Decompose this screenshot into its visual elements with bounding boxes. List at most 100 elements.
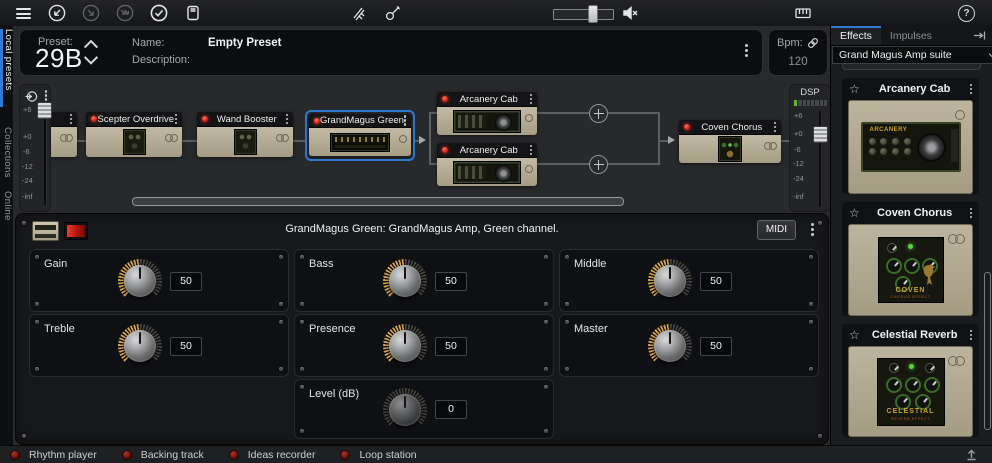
card-partial[interactable]: [842, 64, 981, 70]
block-title: Wand Booster: [208, 114, 286, 125]
block-menu-icon[interactable]: [70, 118, 73, 121]
effect-card-celestial-reverb[interactable]: ☆ Celestial Reverb CELE: [842, 324, 979, 437]
rail-tab-local-presets[interactable]: Local presets: [0, 29, 14, 107]
preset-menu-icon[interactable]: [745, 49, 748, 52]
card-menu-icon[interactable]: [970, 334, 973, 337]
mono-icon: [525, 160, 533, 178]
knob-label: Treble: [44, 323, 75, 335]
add-node-button[interactable]: [589, 155, 608, 174]
middle-knob[interactable]: [648, 259, 692, 303]
effect-card-coven-chorus[interactable]: ☆ Coven Chorus COVEN: [842, 202, 979, 316]
suite-selector[interactable]: Grand Magus Amp suite: [832, 46, 992, 64]
tab-effects[interactable]: Effects: [831, 26, 881, 45]
chain-block-wand-booster[interactable]: Wand Booster: [197, 112, 293, 157]
gain-knob[interactable]: [118, 259, 162, 303]
editor-title: GrandMagus Green: GrandMagus Amp, Green …: [16, 223, 828, 235]
chain-scrollbar[interactable]: [132, 197, 624, 206]
effects-list-scrollbar[interactable]: [984, 272, 991, 430]
block-menu-icon[interactable]: [286, 118, 289, 121]
footer-item-backing-track[interactable]: Backing track: [122, 449, 204, 461]
preset-up-button[interactable]: [86, 39, 100, 53]
volume-slider-handle[interactable]: [588, 5, 598, 23]
expand-panel-icon[interactable]: [965, 448, 978, 463]
knob-label: Master: [574, 323, 608, 335]
undo-icon[interactable]: [48, 4, 66, 22]
effects-list: ☆ Arcanery Cab ARCANERY ☆ Cove: [831, 64, 992, 445]
help-button[interactable]: ?: [958, 5, 975, 22]
volume-slider[interactable]: [553, 9, 614, 20]
bpm-value[interactable]: 120: [769, 56, 827, 68]
chain-block-coven-chorus[interactable]: Coven Chorus: [679, 120, 781, 163]
collapse-panel-icon[interactable]: [966, 26, 992, 45]
knob-cell-gain: Gain 50: [29, 249, 289, 312]
scale-label: +6: [794, 111, 803, 120]
editor-header: GrandMagus Green: GrandMagus Amp, Green …: [16, 214, 828, 246]
editor-menu-icon[interactable]: [811, 228, 814, 231]
preset-name-value[interactable]: Empty Preset: [208, 37, 282, 49]
block-menu-icon[interactable]: [175, 118, 178, 121]
block-menu-icon[interactable]: [530, 98, 533, 101]
gain-value-field[interactable]: 50: [170, 272, 202, 291]
block-menu-icon[interactable]: [404, 119, 407, 122]
preset-down-button[interactable]: [86, 54, 100, 68]
favorite-star-icon[interactable]: ☆: [849, 202, 860, 224]
presence-knob[interactable]: [383, 324, 427, 368]
footer-item-ideas-recorder[interactable]: Ideas recorder: [229, 449, 316, 461]
effect-card-arcanery-cab[interactable]: ☆ Arcanery Cab ARCANERY: [842, 78, 979, 194]
rail-tab-online[interactable]: Online: [0, 191, 13, 221]
chain-block-scepter-overdrive[interactable]: Scepter Overdrive: [86, 112, 182, 157]
card-menu-icon[interactable]: [970, 212, 973, 215]
screw: [818, 434, 822, 438]
bass-value-field[interactable]: 50: [435, 272, 467, 291]
master-value-field[interactable]: 50: [700, 337, 732, 356]
scale-label: -12: [22, 162, 33, 171]
keyboard-icon[interactable]: [794, 4, 812, 22]
block-menu-icon[interactable]: [530, 149, 533, 152]
footer-item-loop-station[interactable]: Loop station: [340, 449, 416, 461]
guitar-icon[interactable]: [384, 4, 402, 22]
stereo-icon: [948, 353, 965, 371]
chain-block-arcanery-cab-2[interactable]: Arcanery Cab: [437, 143, 537, 186]
dsp-meter: [794, 100, 827, 106]
block-menu-icon[interactable]: [774, 126, 777, 129]
rail-tab-collections[interactable]: Collections: [0, 127, 13, 178]
amp-editor-panel: GrandMagus Green: GrandMagus Amp, Green …: [15, 213, 829, 445]
menu-icon[interactable]: [16, 8, 31, 19]
tab-impulses[interactable]: Impulses: [881, 26, 941, 45]
treble-knob[interactable]: [118, 324, 162, 368]
level-knob[interactable]: [383, 388, 427, 432]
master-knob[interactable]: [648, 324, 692, 368]
card-menu-icon[interactable]: [970, 88, 973, 91]
record-led-icon: [10, 450, 20, 460]
midi-button[interactable]: MIDI: [757, 220, 796, 240]
tuner-icon[interactable]: [350, 4, 368, 22]
bpm-link-icon[interactable]: [807, 36, 819, 54]
knob-label: Level (dB): [309, 388, 359, 400]
redo-icon[interactable]: [82, 4, 100, 22]
knob-label: Bass: [309, 258, 333, 270]
input-fader-handle[interactable]: [37, 102, 52, 119]
knob-label: Gain: [44, 258, 67, 270]
redo-all-icon[interactable]: [116, 4, 134, 22]
bass-knob[interactable]: [383, 259, 427, 303]
add-node-button[interactable]: [589, 104, 608, 123]
card-title: Arcanery Cab: [860, 83, 970, 95]
knob-cell-middle: Middle 50: [559, 249, 819, 312]
level-value-field[interactable]: 0: [435, 400, 467, 419]
amp-suite-app: ? Local presets Collections Online Prese…: [0, 0, 992, 463]
treble-value-field[interactable]: 50: [170, 337, 202, 356]
input-menu-icon[interactable]: [45, 94, 48, 97]
block-title: GrandMagus Green: [320, 115, 404, 126]
midi-device-icon[interactable]: [184, 4, 202, 22]
chain-block-grandmagus-selected[interactable]: GrandMagus Green: [305, 110, 415, 161]
chain-block-arcanery-cab-1[interactable]: Arcanery Cab: [437, 92, 537, 135]
favorite-star-icon[interactable]: ☆: [849, 324, 860, 346]
middle-value-field[interactable]: 50: [700, 272, 732, 291]
confirm-icon[interactable]: [150, 4, 168, 22]
presence-value-field[interactable]: 50: [435, 337, 467, 356]
preset-name-label: Name:: [132, 37, 164, 49]
output-fader-handle[interactable]: [813, 126, 828, 143]
mute-icon[interactable]: [621, 4, 639, 22]
favorite-star-icon[interactable]: ☆: [849, 78, 860, 100]
footer-item-rhythm-player[interactable]: Rhythm player: [10, 449, 97, 461]
